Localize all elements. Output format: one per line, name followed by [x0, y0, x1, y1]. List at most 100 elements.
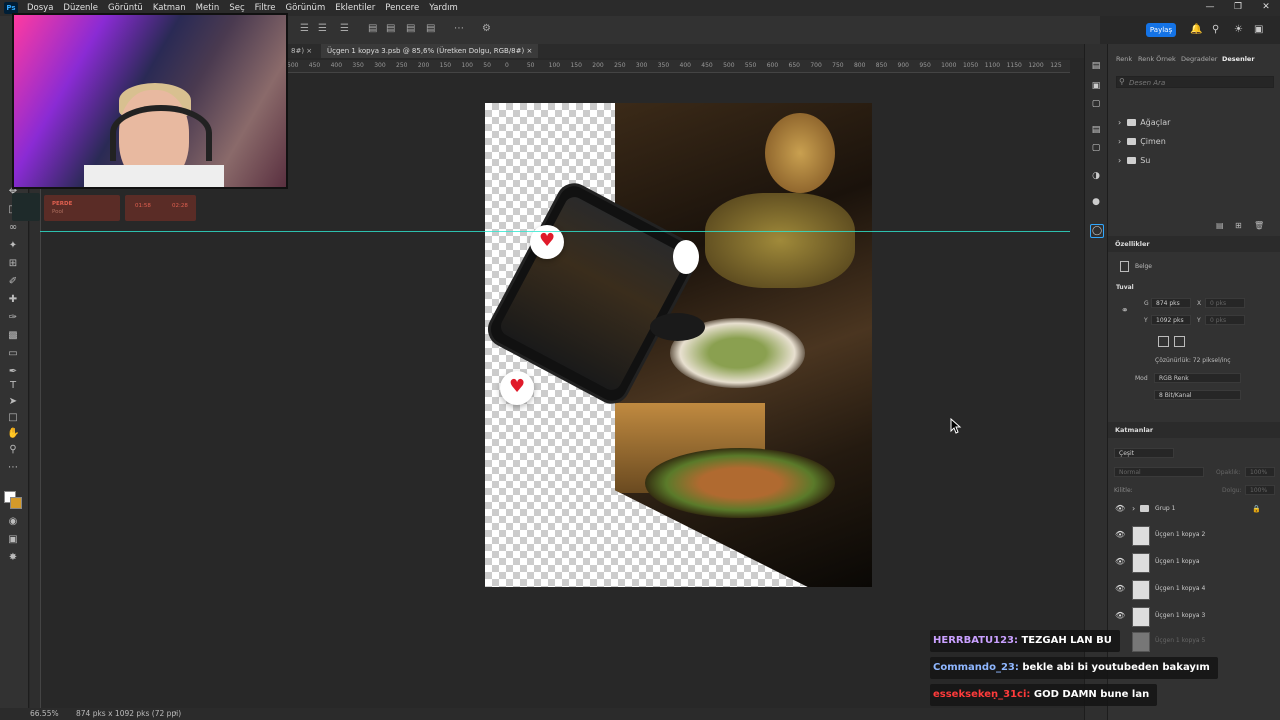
- align-middle-icon[interactable]: ▤: [386, 24, 396, 34]
- lasso-tool-icon[interactable]: ∞: [7, 222, 19, 234]
- eye-icon[interactable]: 👁: [1115, 603, 1125, 629]
- menu-goruntu[interactable]: Görüntü: [103, 3, 148, 13]
- height-field[interactable]: 1092 pks: [1151, 315, 1191, 325]
- screen-mode-icon[interactable]: ▣: [7, 534, 19, 546]
- blend-mode-select[interactable]: Normal: [1114, 467, 1204, 477]
- bell-icon[interactable]: 🔔: [1190, 24, 1202, 35]
- menu-metin[interactable]: Metin: [191, 3, 225, 13]
- background-color-swatch[interactable]: [10, 497, 22, 509]
- eye-icon[interactable]: 👁: [1115, 496, 1125, 522]
- zoom-tool-icon[interactable]: ⚲: [7, 444, 19, 456]
- canvas-section-title[interactable]: Tuval: [1116, 284, 1134, 291]
- restore-icon[interactable]: ❐: [1224, 0, 1252, 14]
- healing-brush-icon[interactable]: ✚: [7, 294, 19, 306]
- brush-tool-icon[interactable]: ✑: [7, 312, 19, 324]
- layer-item[interactable]: 👁 Üçgen 1 kopya 4: [1108, 576, 1280, 602]
- magic-wand-icon[interactable]: ✦: [7, 240, 19, 252]
- guide-line[interactable]: [40, 231, 1070, 232]
- layers-header[interactable]: Katmanlar: [1108, 422, 1280, 438]
- y-field[interactable]: 0 pks: [1205, 315, 1245, 325]
- stamp-tool-icon[interactable]: ▩: [7, 330, 19, 342]
- gear-icon[interactable]: ⚙: [482, 24, 492, 34]
- layer-filter-select[interactable]: Çeşit: [1114, 448, 1174, 458]
- menu-duzenle[interactable]: Düzenle: [58, 3, 103, 13]
- more-tools-icon[interactable]: ⋯: [7, 462, 19, 474]
- properties-icon[interactable]: ▣: [1090, 80, 1102, 92]
- menu-gorunum[interactable]: Görünüm: [281, 3, 331, 13]
- close-icon[interactable]: ×: [306, 47, 312, 55]
- layer-item[interactable]: 👁 Üçgen 1 kopya 2: [1108, 522, 1280, 548]
- trash-icon[interactable]: 🗑: [1254, 221, 1264, 230]
- document-canvas[interactable]: [485, 103, 872, 587]
- chevron-right-icon[interactable]: ›: [174, 708, 177, 717]
- menu-eklentiler[interactable]: Eklentiler: [330, 3, 380, 13]
- more-options-icon[interactable]: ⋯: [454, 24, 464, 34]
- adjustments-icon[interactable]: ◑: [1090, 170, 1102, 182]
- minimize-icon[interactable]: —: [1196, 0, 1224, 14]
- new-group-icon[interactable]: ▤: [1216, 221, 1224, 230]
- layer-item[interactable]: 👁 Üçgen 1 kopya: [1108, 549, 1280, 575]
- document-icon[interactable]: ▢: [1090, 142, 1102, 154]
- color-mode-select[interactable]: RGB Renk: [1154, 373, 1241, 383]
- crop-tool-icon[interactable]: ⊞: [7, 258, 19, 270]
- menu-pencere[interactable]: Pencere: [380, 3, 424, 13]
- align-right-icon[interactable]: ☰: [340, 24, 350, 34]
- align-left-icon[interactable]: ☰: [300, 24, 310, 34]
- chevron-right-icon[interactable]: ›: [1132, 496, 1135, 522]
- new-pattern-icon[interactable]: ⊞: [1235, 221, 1242, 230]
- menu-katman[interactable]: Katman: [148, 3, 191, 13]
- width-field[interactable]: 874 pks: [1151, 298, 1191, 308]
- generative-icon[interactable]: ✸: [7, 552, 19, 564]
- link-icon[interactable]: ⚭: [1121, 306, 1129, 316]
- menu-dosya[interactable]: Dosya: [22, 3, 58, 13]
- align-bottom-icon[interactable]: ▤: [406, 24, 416, 34]
- menu-filtre[interactable]: Filtre: [250, 3, 281, 13]
- bit-depth-select[interactable]: 8 Bit/Kanal: [1154, 390, 1241, 400]
- lightbulb-icon[interactable]: ☀: [1234, 24, 1243, 35]
- menu-yardim[interactable]: Yardım: [424, 3, 463, 13]
- search-icon[interactable]: ⚲: [1212, 24, 1219, 35]
- share-button[interactable]: Paylaş: [1146, 23, 1176, 37]
- menu-sec[interactable]: Seç: [224, 3, 249, 13]
- pattern-folder-cimen[interactable]: › Çimen: [1118, 137, 1166, 146]
- distribute-icon[interactable]: ▤: [426, 24, 436, 34]
- properties-header[interactable]: Özellikler: [1108, 236, 1280, 252]
- align-center-icon[interactable]: ☰: [318, 24, 328, 34]
- tab-active[interactable]: Üçgen 1 kopya 3.psb @ 85,6% (Üretken Dol…: [321, 44, 539, 58]
- eyedropper-icon[interactable]: ✐: [7, 276, 19, 288]
- pen-tool-icon[interactable]: ✒: [7, 366, 19, 378]
- close-icon[interactable]: ×: [526, 47, 532, 55]
- landscape-orientation-icon[interactable]: [1174, 336, 1185, 347]
- comment-icon[interactable]: ▢: [1090, 98, 1102, 110]
- eraser-tool-icon[interactable]: ▭: [7, 348, 19, 360]
- type-tool-icon[interactable]: T: [7, 380, 19, 392]
- align-top-icon[interactable]: ▤: [368, 24, 378, 34]
- layer-item[interactable]: Üçgen 1 kopya 5: [1108, 628, 1280, 654]
- eye-icon[interactable]: 👁: [1115, 576, 1125, 602]
- tab-degradeler[interactable]: Degradeler: [1181, 55, 1217, 63]
- circle-icon[interactable]: ◯: [1090, 224, 1104, 238]
- close-icon[interactable]: ✕: [1252, 0, 1280, 14]
- fill-field[interactable]: 100%: [1245, 485, 1275, 495]
- pattern-folder-agaclar[interactable]: › Ağaçlar: [1118, 118, 1170, 127]
- eye-icon[interactable]: 👁: [1115, 549, 1125, 575]
- color-icon[interactable]: ●: [1090, 196, 1102, 208]
- layer-item[interactable]: 👁 Üçgen 1 kopya 3: [1108, 603, 1280, 629]
- tab-desenler[interactable]: Desenler: [1222, 55, 1255, 63]
- tab-renk[interactable]: Renk: [1116, 55, 1132, 63]
- history-icon[interactable]: ▤: [1090, 60, 1102, 72]
- quick-mask-icon[interactable]: ◉: [7, 516, 19, 528]
- path-select-icon[interactable]: ➤: [7, 396, 19, 408]
- x-field[interactable]: 0 pks: [1205, 298, 1245, 308]
- tab-renk-ornek[interactable]: Renk Örnek: [1138, 55, 1176, 63]
- portrait-orientation-icon[interactable]: [1158, 336, 1169, 347]
- pattern-search-input[interactable]: Desen Ara: [1116, 76, 1274, 88]
- library-icon[interactable]: ▤: [1090, 124, 1102, 136]
- hand-tool-icon[interactable]: ✋: [7, 428, 19, 440]
- opacity-field[interactable]: 100%: [1245, 467, 1275, 477]
- tab-previous[interactable]: 8#) ×: [285, 44, 318, 58]
- layer-group-1[interactable]: 👁 › Grup 1 🔒: [1108, 496, 1280, 522]
- workspace-icon[interactable]: ▣: [1254, 24, 1263, 35]
- horizontal-ruler[interactable]: 500 450 400 350 300 250 200 150 100 50 0 50 100 150 20…: [285, 60, 1070, 73]
- eye-icon[interactable]: 👁: [1115, 522, 1125, 548]
